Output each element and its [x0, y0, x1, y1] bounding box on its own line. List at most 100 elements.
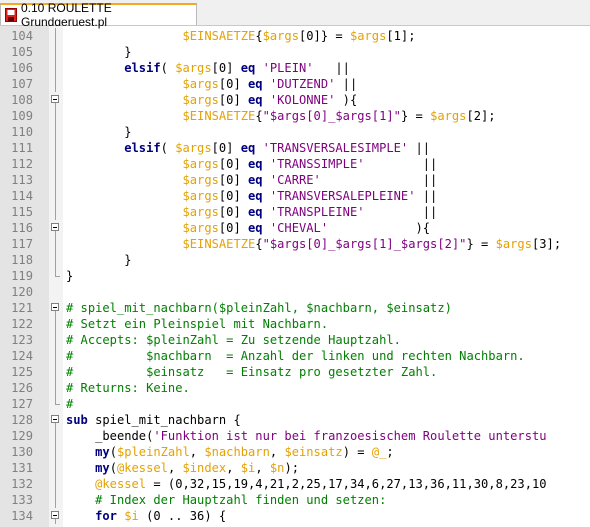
code-editor[interactable]: 104 $EINSAETZE{$args[0]} = $args[1]; 105 … — [0, 26, 590, 527]
code-line[interactable]: 128 sub spiel_mit_nachbarn { — [0, 412, 590, 428]
code-line[interactable]: 122 # Setzt ein Pleinspiel mit Nachbarn. — [0, 316, 590, 332]
code-line[interactable]: 126 # Returns: Keine. — [0, 380, 590, 396]
token: $args — [262, 29, 299, 43]
token: (0 .. 36) { — [138, 509, 227, 523]
token: [0] — [218, 93, 249, 107]
code-line[interactable]: 130 my($pleinZahl, $nachbarn, $einsatz) … — [0, 444, 590, 460]
token: || — [364, 205, 438, 219]
token: [0] — [218, 221, 249, 235]
code-line[interactable]: 125 # $einsatz = Einsatz pro gesetzter Za… — [0, 364, 590, 380]
code-line[interactable]: 124 # $nachbarn = Anzahl der linken und r… — [0, 348, 590, 364]
token: 'TRANSSIMPLE' — [269, 157, 365, 171]
fold-line — [49, 28, 63, 44]
code-line[interactable]: 123 # Accepts: $pleinZahl = Zu setzende H… — [0, 332, 590, 348]
line-number: 122 — [11, 317, 33, 331]
token: || — [364, 157, 438, 171]
line-number: 110 — [11, 125, 33, 139]
code-text: $EINSAETZE{"$args[0]_$args[1]"} = $args[… — [66, 108, 496, 124]
code-line[interactable]: 105 } — [0, 44, 590, 60]
tab-file[interactable]: 0.10 ROULETTE Grundgeruest.pl — [0, 1, 197, 29]
code-text: $args[0] eq 'TRANSPLEINE' || — [66, 204, 438, 220]
token: [0]} = — [299, 29, 350, 43]
code-line[interactable]: 120 — [0, 284, 590, 300]
token: 'DUTZEND' — [269, 77, 336, 91]
line-number: 127 — [11, 397, 33, 411]
code-line[interactable]: 134 for $i (0 .. 36) { — [0, 508, 590, 524]
token: my — [95, 445, 110, 459]
code-line[interactable]: 110 } — [0, 124, 590, 140]
line-number: 123 — [11, 333, 33, 347]
token: @kessel — [116, 461, 168, 475]
line-number: 108 — [11, 93, 33, 107]
token: $args — [182, 221, 219, 235]
code-line[interactable]: 107 $args[0] eq 'DUTZEND' || — [0, 76, 590, 92]
code-text: # $einsatz = Einsatz pro gesetzter Zahl. — [66, 364, 437, 380]
token: } = — [400, 109, 431, 123]
code-line[interactable]: 106 elsif( $args[0] eq 'PLEIN' || — [0, 60, 590, 76]
fold-toggle-icon[interactable] — [49, 508, 63, 524]
fold-toggle-icon[interactable] — [49, 92, 63, 108]
token: $EINSAETZE — [182, 109, 256, 123]
code-line[interactable]: 127 # — [0, 396, 590, 412]
token: [2]; — [466, 109, 496, 123]
fold-line — [49, 364, 63, 380]
fold-end — [49, 268, 63, 284]
code-line[interactable]: 118 } — [0, 252, 590, 268]
line-number: 124 — [11, 349, 33, 363]
line-number: 131 — [11, 461, 33, 475]
code-line[interactable]: 113 $args[0] eq 'CARRE' || — [0, 172, 590, 188]
token: , — [255, 461, 270, 475]
line-number: 132 — [11, 477, 33, 491]
fold-toggle-icon[interactable] — [49, 220, 63, 236]
code-line[interactable]: 116 $args[0] eq 'CHEVAL' ){ — [0, 220, 590, 236]
code-line[interactable]: 114 $args[0] eq 'TRANSVERSALEPLEINE' || — [0, 188, 590, 204]
token: my — [95, 461, 110, 475]
code-line[interactable]: 109 $EINSAETZE{"$args[0]_$args[1]"} = $a… — [0, 108, 590, 124]
code-line[interactable]: 111 elsif( $args[0] eq 'TRANSVERSALESIMP… — [0, 140, 590, 156]
code-line[interactable]: 133 # Index der Hauptzahl finden und set… — [0, 492, 590, 508]
code-text: } — [66, 44, 131, 60]
token: = (0,32,15,19,4,21,2,25,17,34,6,27,13,36… — [146, 477, 547, 491]
token: [0] — [218, 157, 249, 171]
token: $args — [495, 237, 532, 251]
fold-toggle-icon[interactable] — [49, 300, 63, 316]
fold-toggle-icon[interactable] — [49, 412, 63, 428]
line-number: 117 — [11, 237, 33, 251]
token: ( — [160, 141, 176, 155]
code-line[interactable]: 115 $args[0] eq 'TRANSPLEINE' || — [0, 204, 590, 220]
code-line[interactable]: 112 $args[0] eq 'TRANSSIMPLE' || — [0, 156, 590, 172]
fold-line — [49, 108, 63, 124]
code-line[interactable]: 129 _beende('Funktion ist nur bei franzo… — [0, 428, 590, 444]
fold-line — [49, 140, 63, 156]
token: } = — [466, 237, 496, 251]
code-line[interactable]: 108 $args[0] eq 'KOLONNE' ){ — [0, 92, 590, 108]
token: 'CHEVAL' — [269, 221, 329, 235]
code-line[interactable]: 131 my(@kessel, $index, $i, $n); — [0, 460, 590, 476]
token: [1]; — [386, 29, 416, 43]
token: ); — [284, 461, 299, 475]
code-line[interactable]: 132 @kessel = (0,32,15,19,4,21,2,25,17,3… — [0, 476, 590, 492]
token: } — [66, 269, 74, 283]
fold-line — [49, 332, 63, 348]
code-line[interactable]: 119} — [0, 268, 590, 284]
token: [0] — [218, 77, 249, 91]
code-line[interactable]: 117 $EINSAETZE{"$args[0]_$args[1]_$args[… — [0, 236, 590, 252]
token: $EINSAETZE — [182, 237, 256, 251]
fold-end — [49, 396, 63, 412]
line-number: 130 — [11, 445, 33, 459]
token: 'Funktion ist nur bei franzoesischem Rou… — [153, 429, 547, 443]
code-line[interactable]: 121 # spiel_mit_nachbarn($pleinZahl, $nac… — [0, 300, 590, 316]
token: [0] — [218, 189, 249, 203]
token: sub — [66, 413, 88, 427]
token: $args — [182, 173, 219, 187]
token: [0] — [211, 141, 241, 155]
code-line[interactable]: 104 $EINSAETZE{$args[0]} = $args[1]; — [0, 28, 590, 44]
token: $pleinZahl — [116, 445, 190, 459]
token: $args — [349, 29, 387, 43]
